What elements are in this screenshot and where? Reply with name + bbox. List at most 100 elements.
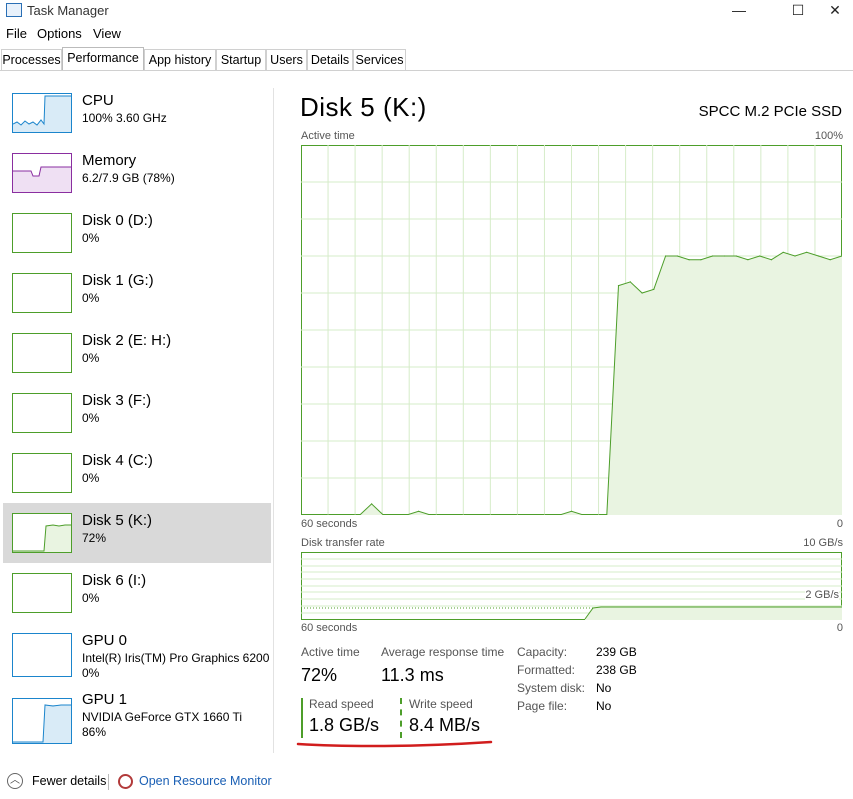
sidebar-item-detail: NVIDIA GeForce GTX 1660 Ti <box>82 710 243 724</box>
menu-file[interactable]: File <box>6 26 27 41</box>
sidebar-item-value: 0% <box>82 666 100 680</box>
sidebar-item-disk-2[interactable]: Disk 2 (E: H:) 0% <box>3 326 271 386</box>
resource-monitor-icon[interactable] <box>118 774 133 789</box>
tab-users[interactable]: Users <box>266 49 307 71</box>
red-underline-annotation <box>296 740 493 748</box>
formatted-label: Formatted: <box>517 663 576 677</box>
system-disk-value: No <box>596 681 612 695</box>
active-time-point-42 <box>794 255 796 257</box>
transfer-graph-max: 10 GB/s <box>803 537 843 549</box>
task-manager-icon <box>6 3 22 17</box>
active-time-point-45 <box>829 259 831 261</box>
active-time-point-10 <box>418 510 420 512</box>
tab-divider <box>0 70 853 71</box>
sidebar-item-gpu-0[interactable]: GPU 0 Intel(R) Iris(TM) Pro Graphics 620… <box>3 626 271 686</box>
capacity-value: 239 GB <box>596 645 637 659</box>
sidebar-item-value: 0% <box>82 291 100 305</box>
active-time-x-right: 0 <box>836 518 843 530</box>
active-time-point-29 <box>641 292 643 294</box>
tab-startup[interactable]: Startup <box>216 49 266 71</box>
active-time-graph-label: Active time <box>301 130 355 142</box>
active-time-point-41 <box>782 251 784 253</box>
sidebar-item-disk-4[interactable]: Disk 4 (C:) 0% <box>3 446 271 506</box>
gpu-1-thumbnail <box>12 698 72 744</box>
menu-view[interactable]: View <box>93 26 121 41</box>
capacity-label: Capacity: <box>517 645 568 659</box>
active-time-point-44 <box>817 255 820 257</box>
sidebar-item-value: 6.2/7.9 GB (78%) <box>82 171 175 185</box>
sidebar-item-name: Disk 5 (K:) <box>82 512 153 529</box>
window-title: Task Manager <box>27 3 109 18</box>
panel-divider <box>273 88 274 753</box>
tab-details[interactable]: Details <box>307 49 353 71</box>
footer-separator <box>108 774 109 790</box>
title-bar: Task Manager — ☐ ✕ <box>0 0 853 22</box>
gpu-1-thumbnail-graph <box>13 704 71 743</box>
read-speed-indicator <box>301 698 303 738</box>
read-speed-label: Read speed <box>309 697 374 711</box>
active-time-point-37 <box>735 255 737 257</box>
sidebar-item-name: Memory <box>82 152 137 169</box>
sidebar-item-disk-3[interactable]: Disk 3 (F:) 0% <box>3 386 271 446</box>
formatted-value: 238 GB <box>596 663 637 677</box>
sidebar-item-disk-6[interactable]: Disk 6 (I:) 0% <box>3 566 271 626</box>
system-disk-label: System disk: <box>517 681 586 695</box>
sidebar-item-value: 0% <box>82 351 100 365</box>
sidebar-item-value: 72% <box>82 531 107 545</box>
write-speed-value: 8.4 MB/s <box>409 715 481 735</box>
active-time-point-40 <box>770 259 772 261</box>
active-time-point-35 <box>712 255 714 257</box>
menu-options[interactable]: Options <box>37 26 82 41</box>
active-time-label: Active time <box>301 645 360 659</box>
active-time-graph <box>301 145 842 515</box>
sidebar-item-name: Disk 1 (G:) <box>82 272 154 289</box>
sidebar-item-cpu[interactable]: CPU 100% 3.60 GHz <box>3 86 271 146</box>
tab-performance[interactable]: Performance <box>62 47 144 71</box>
sidebar-item-disk-0[interactable]: Disk 0 (D:) 0% <box>3 206 271 266</box>
sidebar-item-memory[interactable]: Memory 6.2/7.9 GB (78%) <box>3 146 271 206</box>
footer: ︿ Fewer details Open Resource Monitor <box>0 770 853 794</box>
chevron-up-icon[interactable]: ︿ <box>7 773 23 789</box>
sidebar-item-disk-5[interactable]: Disk 5 (K:) 72% <box>3 503 271 563</box>
sidebar-item-name: Disk 2 (E: H:) <box>82 332 172 349</box>
active-time-point-27 <box>617 285 620 287</box>
active-time-graph-max: 100% <box>814 130 843 142</box>
page-file-label: Page file: <box>517 699 568 713</box>
transfer-rate-graph <box>301 552 842 620</box>
disk-5-thumbnail <box>12 513 72 553</box>
active-time-point-34 <box>700 259 702 261</box>
transfer-area <box>585 607 842 620</box>
close-button[interactable]: ✕ <box>812 0 853 22</box>
active-time-value: 72% <box>301 665 338 685</box>
sidebar-item-name: GPU 0 <box>82 632 128 649</box>
sidebar-item-value: 0% <box>82 591 100 605</box>
memory-thumbnail-graph <box>13 166 71 192</box>
gpu-0-thumbnail <box>12 633 72 677</box>
transfer-graph-label: Disk transfer rate <box>301 537 385 549</box>
active-time-point-39 <box>759 255 761 257</box>
read-speed-value: 1.8 GB/s <box>309 715 380 735</box>
memory-thumbnail <box>12 153 72 193</box>
active-time-point-33 <box>688 259 690 261</box>
open-resource-monitor-link[interactable]: Open Resource Monitor <box>139 774 272 788</box>
sidebar-item-value: 0% <box>82 471 100 485</box>
write-speed-indicator <box>400 698 402 738</box>
tab-bar: Processes Performance App history Startu… <box>0 47 853 71</box>
tab-services[interactable]: Services <box>353 49 406 71</box>
active-time-point-23 <box>570 510 573 512</box>
active-time-point-31 <box>665 255 667 257</box>
sidebar-item-detail: Intel(R) Iris(TM) Pro Graphics 6200 <box>82 651 270 665</box>
disk-2-thumbnail <box>12 333 72 373</box>
active-time-point-6 <box>371 503 373 505</box>
tab-app-history[interactable]: App history <box>144 49 216 71</box>
tab-processes[interactable]: Processes <box>1 49 62 71</box>
sidebar-item-name: GPU 1 <box>82 691 128 708</box>
sidebar-item-gpu-1[interactable]: GPU 1 NVIDIA GeForce GTX 1660 Ti 86% <box>3 691 271 752</box>
disk-1-thumbnail <box>12 273 72 313</box>
disk-6-thumbnail <box>12 573 72 613</box>
avg-response-value: 11.3 ms <box>381 665 444 685</box>
sidebar-item-disk-1[interactable]: Disk 1 (G:) 0% <box>3 266 271 326</box>
sidebar-item-name: Disk 3 (F:) <box>82 392 152 409</box>
minimize-button[interactable]: — <box>716 0 762 22</box>
fewer-details-button[interactable]: Fewer details <box>32 774 106 788</box>
